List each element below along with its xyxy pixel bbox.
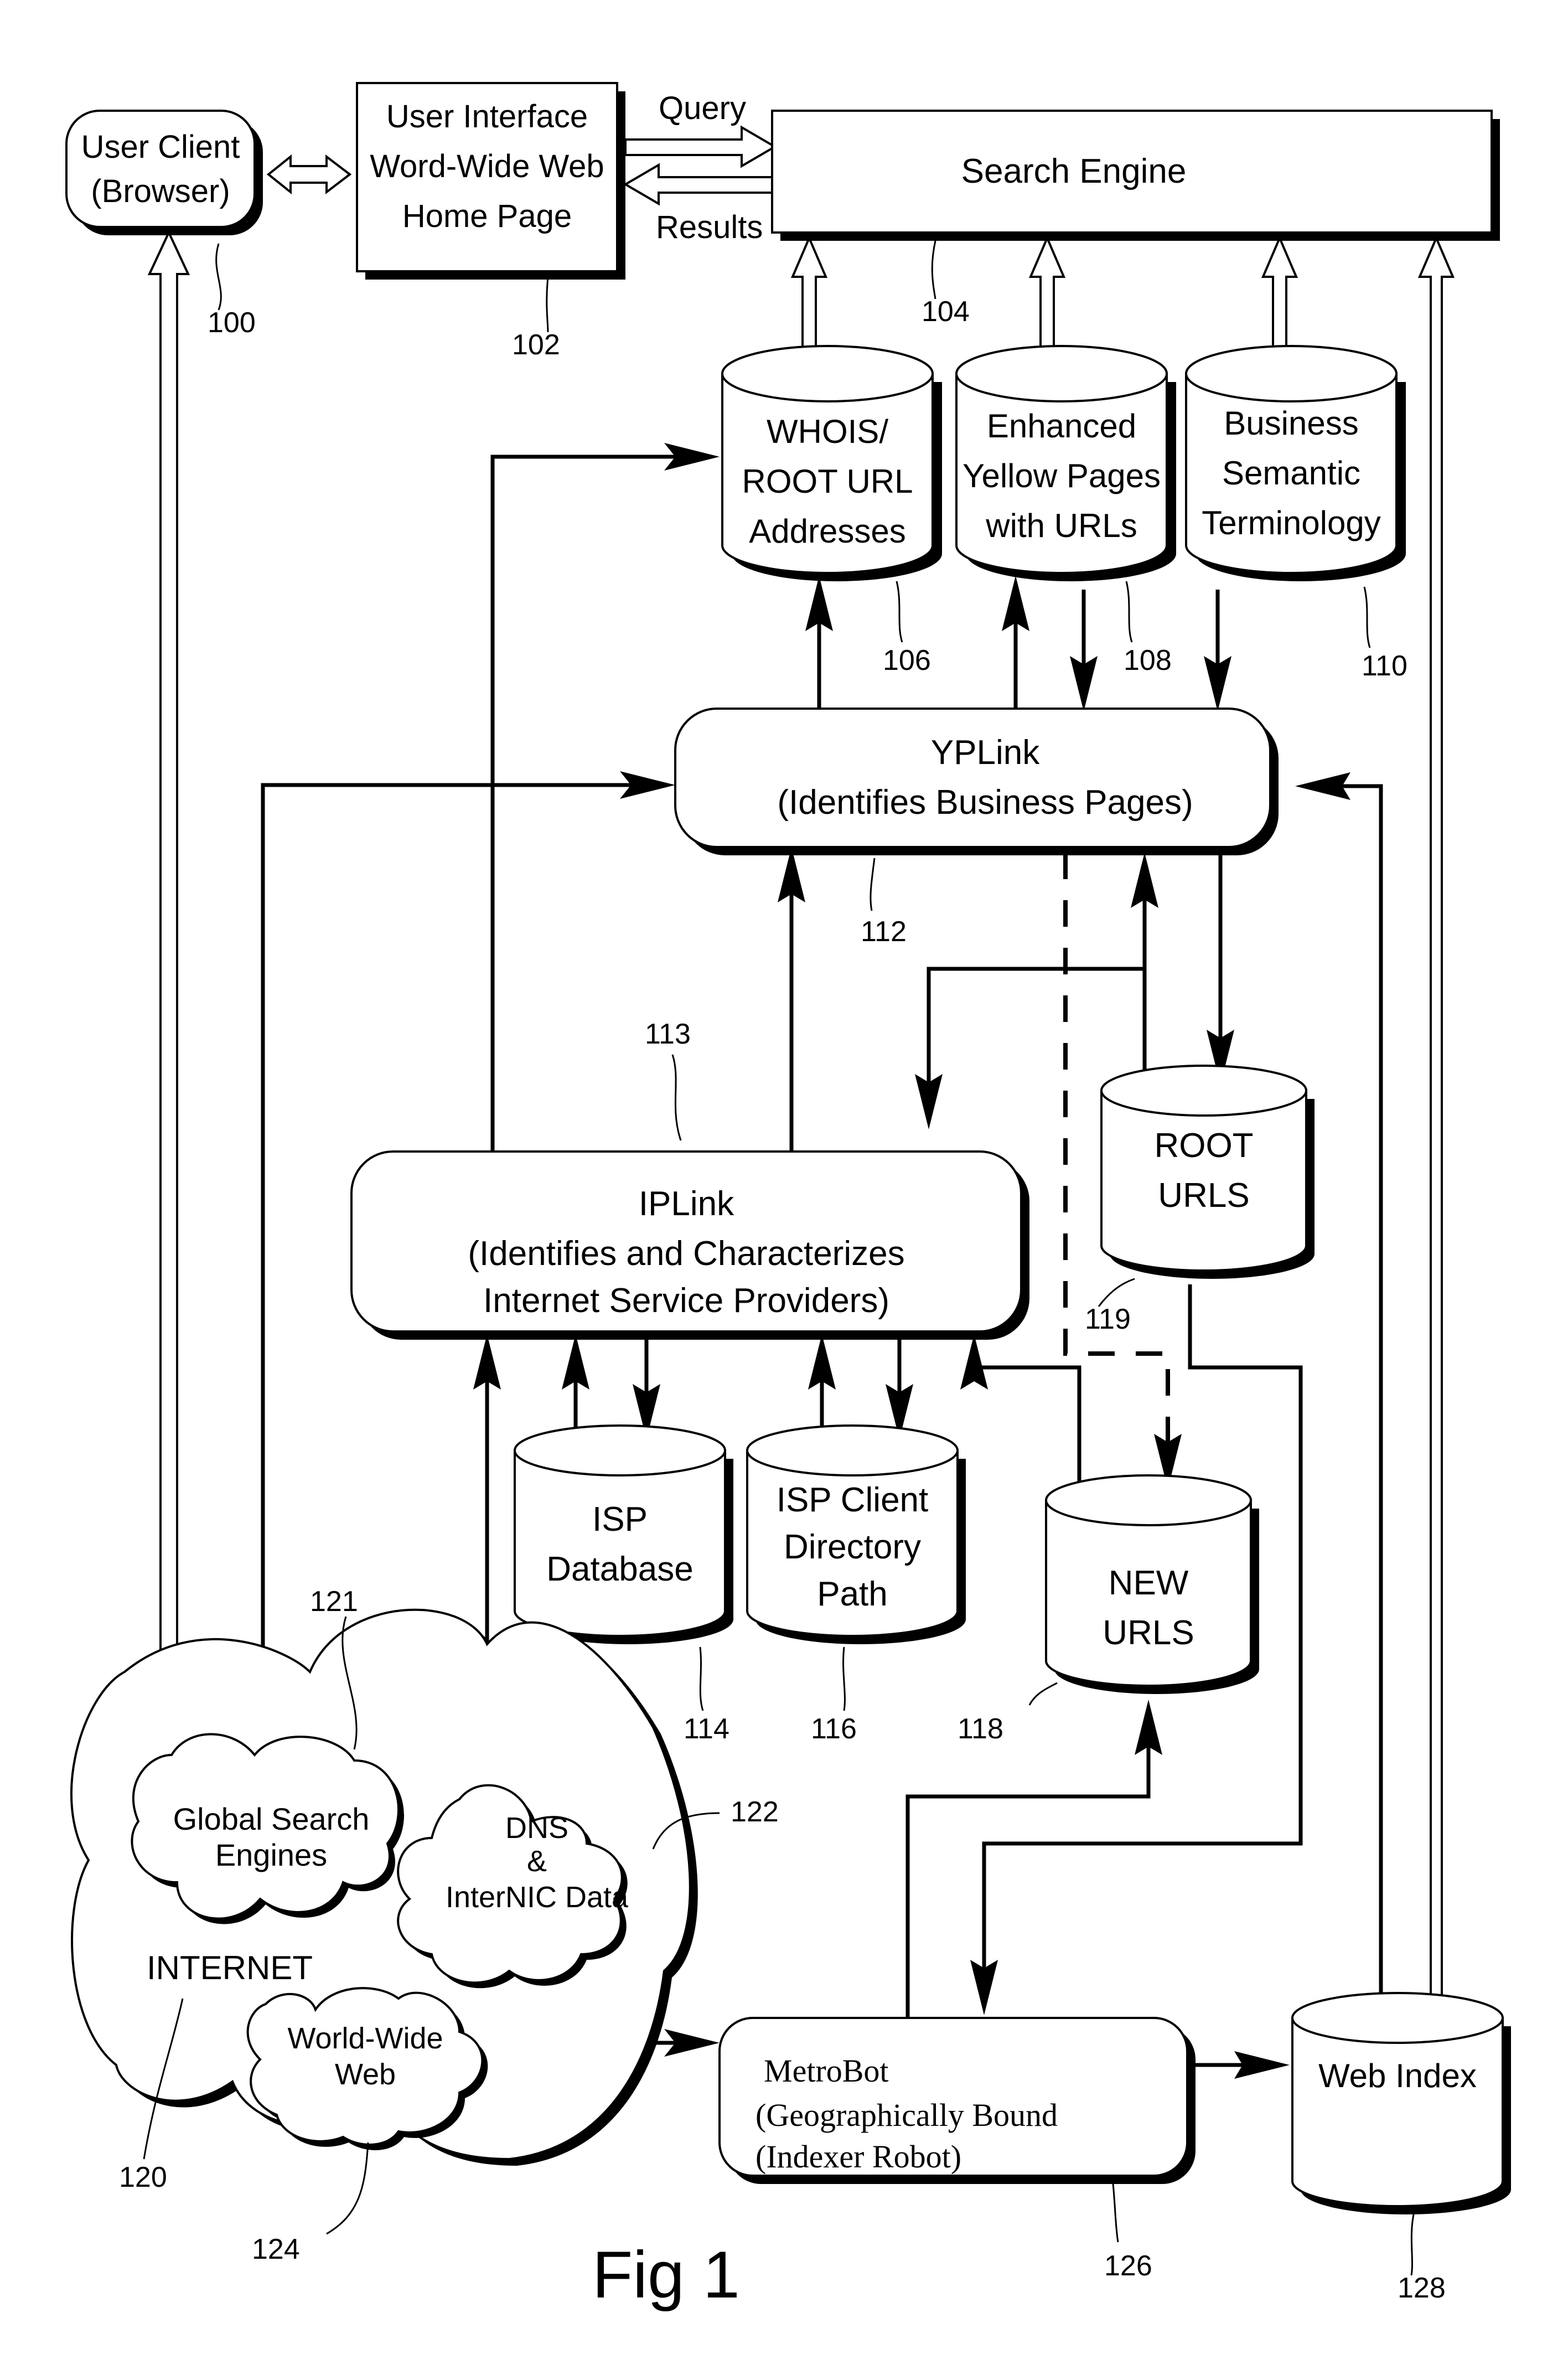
whois-db: WHOIS/ ROOT URL Addresses	[721, 345, 942, 581]
web-index-db: Web Index	[1291, 1992, 1511, 2214]
ui-line-3: Home Page	[402, 198, 572, 234]
arrowhead	[1234, 2051, 1290, 2079]
ref-108: 108	[1124, 644, 1172, 677]
web-index-label: Web Index	[1318, 2057, 1477, 2094]
hollow-arrow-internet-to-client	[147, 230, 190, 1712]
ref-106: 106	[883, 644, 931, 677]
user-client-node: User Client (Browser)	[65, 110, 263, 235]
isp-client-line-1: ISP Client	[777, 1481, 929, 1519]
ref-121: 121	[310, 1586, 358, 1618]
ref-113: 113	[645, 1018, 691, 1050]
ref-122: 122	[731, 1796, 779, 1828]
yplink-node: YPLink (Identifies Business Pages)	[674, 708, 1279, 855]
www-line-2: Web	[335, 2058, 396, 2091]
query-label: Query	[659, 90, 746, 126]
dns-line-2: &	[527, 1845, 547, 1878]
ref-116: 116	[811, 1713, 857, 1745]
figure-caption: Fig 1	[592, 2238, 740, 2312]
ref-102: 102	[512, 329, 560, 361]
ref-100: 100	[208, 307, 256, 339]
root-urls-db: ROOT URLS	[1100, 1065, 1315, 1279]
hollow-arrow-client-ui	[266, 154, 352, 195]
yplink-subtitle: (Identifies Business Pages)	[777, 783, 1193, 822]
ui-line-1: User Interface	[386, 99, 588, 135]
new-urls-db: NEW URLS	[1045, 1474, 1259, 1694]
iplink-line-3: Internet Service Providers)	[483, 1282, 889, 1320]
arrowhead	[1131, 853, 1158, 908]
semantic-db: Business Semantic Terminology	[1185, 345, 1406, 581]
edge-webindex-to-yplink	[1323, 784, 1383, 2059]
whois-line-1: WHOIS/	[767, 413, 888, 450]
iplink-line-2: (Identifies and Characterizes	[468, 1235, 904, 1273]
ref-120: 120	[119, 2161, 167, 2193]
user-client-line-2: (Browser)	[91, 173, 230, 209]
ref-110: 110	[1362, 650, 1407, 682]
isp-db-line-2: Database	[546, 1550, 693, 1588]
system-diagram: User Client (Browser) User Interface Wor…	[65, 82, 1511, 2312]
semantic-line-1: Business	[1224, 405, 1358, 442]
whois-line-3: Addresses	[749, 513, 905, 550]
dns-line-3: InterNIC Data	[446, 1881, 629, 1914]
arrowhead	[805, 576, 833, 631]
edge-metrobot-to-newurls	[905, 1727, 1151, 2018]
ui-line-2: Word-Wide Web	[370, 148, 604, 184]
yellow-pages-db: Enhanced Yellow Pages with URLs	[955, 345, 1176, 581]
arrowhead	[1135, 1700, 1162, 1755]
ref-128: 128	[1398, 2272, 1446, 2304]
semantic-line-2: Semantic	[1222, 455, 1360, 492]
arrowhead	[1002, 576, 1029, 631]
hollow-arrow-query	[624, 125, 777, 168]
hollow-arrow-webindex-to-search	[1417, 235, 1455, 2049]
arrowhead	[960, 1334, 988, 1390]
metrobot-line-2: (Geographically Bound	[755, 2097, 1058, 2133]
arrowhead	[915, 1074, 943, 1129]
arrowhead	[473, 1334, 501, 1390]
metrobot-line-3: (Indexer Robot)	[755, 2139, 961, 2175]
new-urls-line-2: URLS	[1103, 1614, 1194, 1652]
arrowhead	[1070, 656, 1098, 711]
results-label: Results	[656, 209, 763, 245]
ref-119: 119	[1085, 1303, 1131, 1335]
user-interface-node: User Interface Word-Wide Web Home Page	[356, 82, 625, 280]
arrowhead	[562, 1334, 589, 1390]
yp-line-2: Yellow Pages	[962, 457, 1161, 494]
user-client-line-1: User Client	[81, 129, 240, 165]
search-engine-node: Search Engine	[771, 110, 1500, 241]
semantic-line-3: Terminology	[1202, 504, 1380, 541]
global-search-line-1: Global Search	[173, 1801, 370, 1836]
arrowhead	[1204, 656, 1231, 711]
root-urls-line-1: ROOT	[1154, 1127, 1253, 1165]
hollow-arrow-results	[623, 163, 776, 206]
ref-114: 114	[684, 1713, 729, 1745]
yplink-title: YPLink	[931, 734, 1040, 772]
global-search-line-2: Engines	[215, 1837, 327, 1872]
isp-client-line-3: Path	[817, 1575, 888, 1613]
ref-118: 118	[958, 1713, 1003, 1745]
ref-104: 104	[922, 296, 970, 328]
new-urls-line-1: NEW	[1109, 1564, 1189, 1602]
search-engine-label: Search Engine	[961, 152, 1187, 190]
metrobot-line-1: MetroBot	[764, 2053, 889, 2089]
ref-112: 112	[861, 916, 907, 948]
iplink-node: IPLink (Identifies and Characterizes Int…	[350, 1150, 1029, 1340]
ref-124: 124	[252, 2233, 300, 2265]
ref-126: 126	[1104, 2250, 1152, 2282]
iplink-title: IPLink	[639, 1185, 734, 1223]
arrowhead	[808, 1334, 836, 1390]
metrobot-node: MetroBot (Geographically Bound (Indexer …	[718, 2017, 1196, 2184]
internet-label: INTERNET	[147, 1949, 313, 1986]
isp-database-db: ISP Database	[514, 1424, 733, 1644]
root-urls-line-2: URLS	[1158, 1176, 1249, 1215]
dns-line-1: DNS	[505, 1811, 568, 1845]
whois-line-2: ROOT URL	[742, 463, 913, 500]
yp-line-1: Enhanced	[987, 407, 1136, 445]
isp-client-line-2: Directory	[784, 1528, 921, 1566]
arrowhead	[970, 1960, 998, 2015]
isp-db-line-1: ISP	[592, 1500, 648, 1538]
arrowhead	[1295, 772, 1350, 800]
isp-client-db: ISP Client Directory Path	[746, 1424, 966, 1644]
yp-line-3: with URLs	[985, 507, 1137, 544]
www-line-1: World-Wide	[287, 2022, 443, 2055]
